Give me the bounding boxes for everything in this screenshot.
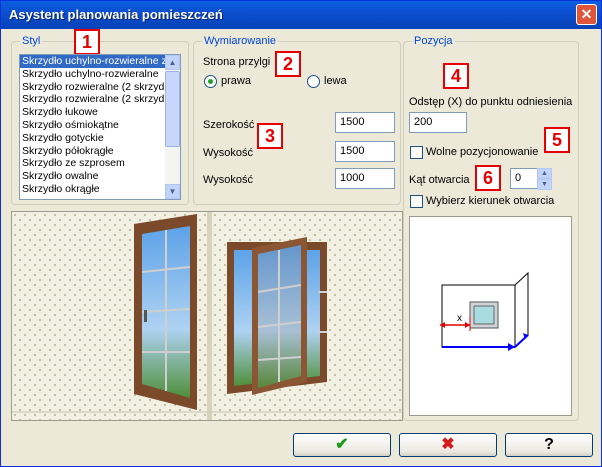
styl-group-title: Styl [20, 35, 43, 47]
badge-5: 5 [544, 127, 570, 153]
kat-spin-down-icon[interactable]: ▼ [537, 179, 552, 190]
style-list-item[interactable]: Skrzydło uchylno-rozwieralne z [20, 55, 166, 68]
szerokosc-label: Szerokość [203, 119, 255, 131]
diagram-x-label: x [457, 313, 462, 324]
scroll-down-icon[interactable]: ▼ [165, 184, 180, 199]
list-scrollbar[interactable]: ▲ ▼ [165, 55, 180, 199]
wolne-label[interactable]: Wolne pozycjonowanie [426, 146, 538, 158]
style-list-item[interactable]: Skrzydło rozwieralne (2 skrzyd [20, 93, 166, 106]
style-listbox[interactable]: Skrzydło uchylno-rozwieralne z Skrzydło u… [19, 54, 181, 200]
badge-4: 4 [443, 63, 469, 89]
scroll-up-icon[interactable]: ▲ [165, 55, 180, 70]
szerokosc-input[interactable]: 1500 [335, 112, 395, 133]
window-title: Asystent planowania pomieszczeń [9, 7, 223, 22]
kierunek-checkbox[interactable] [410, 195, 423, 208]
wall-diagram-icon: x [440, 271, 529, 351]
style-list-item[interactable]: Skrzydło rozwieralne (2 skrzyd [20, 81, 166, 94]
radio-prawa-label[interactable]: prawa [221, 75, 251, 87]
strona-przylgi-label: Strona przylgi [203, 56, 271, 68]
odstep-label: Odstęp (X) do punktu odniesienia [409, 96, 573, 108]
radio-lewa[interactable] [307, 75, 320, 88]
cancel-button[interactable]: ✖ [399, 433, 497, 457]
style-list-item[interactable]: Skrzydło uchylno-rozwieralne [20, 68, 166, 81]
style-list-item[interactable]: Skrzydło gotyckie [20, 132, 166, 145]
style-list-item[interactable]: Skrzydło półokrągłe [20, 145, 166, 158]
style-list-item[interactable]: Skrzydło łukowe [20, 106, 166, 119]
title-bar[interactable]: Asystent planowania pomieszczeń ✕ [1, 1, 601, 29]
wysokosc2-input[interactable]: 1000 [335, 168, 395, 189]
kat-input[interactable]: 0 [510, 168, 538, 189]
close-button[interactable]: ✕ [576, 4, 597, 25]
window-preview [11, 211, 403, 421]
wymiarowanie-group-title: Wymiarowanie [202, 35, 279, 47]
radio-selected-dot [208, 79, 213, 84]
scroll-thumb[interactable] [165, 71, 180, 147]
style-list-item[interactable]: Skrzydło owalne [20, 170, 166, 183]
radio-lewa-label[interactable]: lewa [324, 75, 347, 87]
pozycja-group-title: Pozycja [412, 35, 455, 47]
window-3d-preview-icon [12, 212, 402, 420]
style-list-item[interactable]: Skrzydło okrągłe [20, 183, 166, 196]
kat-label: Kąt otwarcia [409, 174, 470, 186]
wysokosc-input[interactable]: 1500 [335, 141, 395, 162]
badge-3: 3 [257, 123, 283, 149]
dialog-window: Asystent planowania pomieszczeń ✕ Styl 1… [0, 0, 602, 467]
wysokosc2-label: Wysokość [203, 174, 254, 186]
badge-2: 2 [275, 51, 301, 77]
badge-1: 1 [74, 29, 100, 55]
style-list-item[interactable]: Skrzydło ośmiokątne [20, 119, 166, 132]
wysokosc-label: Wysokość [203, 147, 254, 159]
ok-button[interactable]: ✔ [293, 433, 391, 457]
style-list: Skrzydło uchylno-rozwieralne z Skrzydło u… [20, 55, 180, 196]
style-list-item[interactable]: Skrzydło ze szprosem [20, 157, 166, 170]
kierunek-label[interactable]: Wybierz kierunek otwarcia [426, 195, 554, 207]
kat-spin-up-icon[interactable]: ▲ [537, 168, 552, 179]
odstep-input[interactable]: 200 [409, 112, 467, 133]
wolne-checkbox[interactable] [410, 146, 423, 159]
position-diagram: x [409, 216, 572, 416]
radio-prawa[interactable] [204, 75, 217, 88]
badge-6: 6 [475, 165, 501, 191]
help-button[interactable]: ? [505, 433, 593, 457]
